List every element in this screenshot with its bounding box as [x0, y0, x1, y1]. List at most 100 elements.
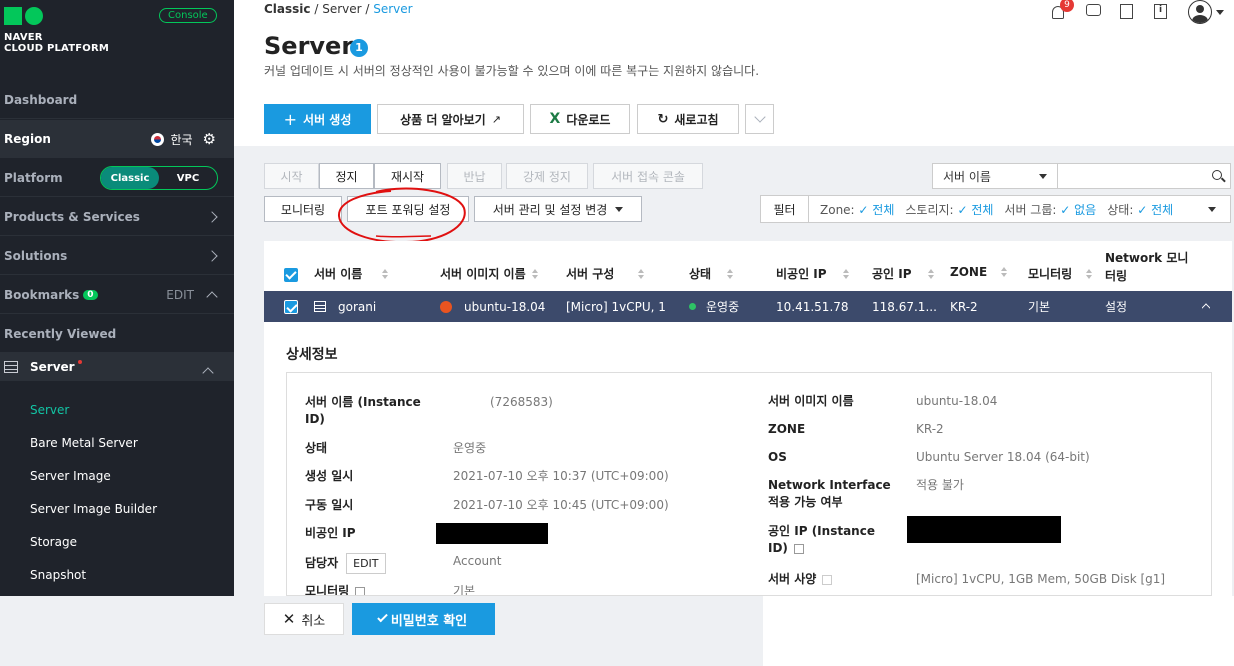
create-server-button[interactable]: + 서버 생성 [264, 104, 371, 134]
collapse-row-button[interactable] [1202, 291, 1210, 322]
download-button[interactable]: X 다운로드 [530, 104, 630, 134]
chevron-right-icon [206, 250, 218, 262]
col-zone[interactable]: ZONE [950, 265, 1008, 279]
nav-server-group[interactable]: Server [0, 353, 234, 381]
chevron-up-icon[interactable] [206, 291, 218, 303]
cancel-button[interactable]: ✕ 취소 [264, 603, 344, 635]
nav-products[interactable]: Products & Services [0, 198, 234, 236]
start-button[interactable]: 시작 [264, 163, 319, 189]
detail-value-owner: Account [453, 554, 502, 568]
row-status: 운영중 [689, 291, 739, 322]
download-label: 다운로드 [566, 112, 611, 127]
nav-solutions[interactable]: Solutions [0, 237, 234, 275]
detail-label-public-ip: 공인 IP (Instance ID) [768, 523, 875, 557]
platform-classic[interactable]: Classic [101, 167, 159, 189]
excel-icon: X [549, 111, 561, 127]
chat-icon[interactable] [1086, 4, 1102, 20]
server-console-button[interactable]: 서버 접속 콘솔 [593, 163, 703, 189]
breadcrumb-server[interactable]: Server [322, 2, 361, 16]
learn-more-button[interactable]: 상품 더 알아보기 ↗ [377, 104, 524, 134]
console-badge[interactable]: Console [159, 8, 217, 23]
breadcrumb: Classic / Server / Server [264, 2, 413, 16]
bookmarks-edit-button[interactable]: EDIT [166, 288, 194, 302]
breadcrumb-current[interactable]: Server [373, 2, 412, 16]
col-label: 모니터링 [1028, 267, 1073, 281]
detail-value-created: 2021-07-10 오후 10:37 (UTC+09:00) [453, 469, 669, 483]
info-icon[interactable]: i [1154, 4, 1170, 20]
notepad-icon[interactable] [1120, 4, 1136, 20]
gear-icon[interactable]: ⚙ [203, 130, 216, 148]
row-checkbox[interactable] [284, 291, 298, 322]
copy-icon[interactable] [793, 543, 804, 554]
force-stop-button[interactable]: 강제 정지 [506, 163, 588, 189]
sidebar-item-storage[interactable]: Storage [30, 535, 77, 549]
red-annotation-circle [337, 187, 466, 244]
row-server-name[interactable]: gorani [314, 291, 376, 322]
sidebar-item-server-image-builder[interactable]: Server Image Builder [30, 502, 157, 516]
col-public-ip[interactable]: 공인 IP [872, 265, 934, 282]
search-input[interactable] [1057, 163, 1231, 189]
detail-label-zone: ZONE [768, 422, 806, 436]
nav-bookmarks[interactable]: Bookmarks 0 EDIT [0, 276, 234, 314]
nav-dashboard[interactable]: Dashboard [0, 81, 234, 119]
table-row[interactable]: gorani ubuntu-18.04 [Micro] 1vCPU, 1... … [264, 291, 1232, 322]
filter-zone: Zone: ✓ 전체 [820, 201, 894, 218]
platform-vpc[interactable]: VPC [159, 167, 217, 189]
sort-icon [1086, 268, 1093, 279]
col-private-ip[interactable]: 비공인 IP [776, 265, 849, 282]
filter-value: ✓ 전체 [858, 202, 895, 217]
filter-value: ✓ 전체 [957, 202, 994, 217]
detail-label-private-ip: 비공인 IP [305, 526, 356, 540]
refresh-button[interactable]: ↻ 새로고침 [637, 104, 739, 134]
sidebar-item-snapshot[interactable]: Snapshot [30, 568, 86, 582]
notification-bell-icon[interactable]: 9 [1052, 0, 1074, 20]
create-server-label: 서버 생성 [303, 112, 352, 127]
detail-label-owner: 담당자 EDIT [305, 553, 386, 574]
search-field-select[interactable]: 서버 이름 [932, 163, 1058, 189]
logo-text-naver: NAVER [4, 32, 43, 43]
cancel-label: 취소 [301, 613, 326, 629]
ncp-logo[interactable]: NAVER CLOUD PLATFORM [4, 7, 109, 54]
chevron-up-icon[interactable] [202, 367, 214, 379]
col-network-monitoring[interactable]: Network 모니 터링 [1105, 249, 1188, 285]
filter-value-text: 전체 [872, 202, 895, 217]
owner-edit-button[interactable]: EDIT [346, 553, 386, 574]
detail-value-os: Ubuntu Server 18.04 (64-bit) [916, 450, 1090, 464]
col-server-name[interactable]: 서버 이름 [314, 265, 389, 282]
user-menu[interactable] [1188, 0, 1224, 24]
col-status[interactable]: 상태 [689, 265, 734, 282]
server-manage-dropdown[interactable]: 서버 관리 및 설정 변경 [474, 196, 642, 222]
sidebar-item-server[interactable]: Server [30, 403, 69, 417]
sidebar-item-server-image[interactable]: Server Image [30, 469, 111, 483]
breadcrumb-classic[interactable]: Classic [264, 2, 311, 16]
col-image-name[interactable]: 서버 이미지 이름 [440, 265, 538, 282]
col-spec[interactable]: 서버 구성 [566, 265, 645, 282]
platform-toggle[interactable]: Classic VPC [100, 166, 218, 190]
notification-count: 9 [1060, 0, 1074, 12]
monitoring-button[interactable]: 모니터링 [264, 196, 342, 222]
copy-icon[interactable] [355, 586, 366, 595]
filter-key: 스토리지: [905, 202, 954, 217]
row-network-monitoring[interactable]: 설정 [1105, 291, 1127, 322]
top-icons: 9 i [1052, 0, 1224, 24]
region-value[interactable]: 한국 [170, 131, 192, 148]
copy-icon[interactable] [822, 574, 833, 585]
filter-value-text: 전체 [971, 202, 994, 217]
col-label: 공인 IP [872, 267, 912, 281]
more-toolbar-button[interactable] [745, 104, 774, 134]
nav-region[interactable]: Region 한국 ⚙ [0, 120, 234, 158]
kernel-notice: 커널 업데이트 시 서버의 정상적인 사용이 불가능할 수 있으며 이에 따른 … [264, 64, 760, 78]
caret-down-icon[interactable] [1208, 207, 1216, 212]
select-all-checkbox[interactable] [284, 268, 298, 282]
nav-recently-viewed[interactable]: Recently Viewed [0, 315, 234, 353]
detail-value-zone: KR-2 [916, 422, 944, 436]
nav-region-label: Region [4, 131, 51, 146]
search-icon[interactable] [1212, 170, 1222, 180]
filter-bar[interactable]: 필터 Zone: ✓ 전체 스토리지: ✓ 전체 서버 그룹: ✓ 없음 상태:… [760, 195, 1231, 223]
filter-label[interactable]: 필터 [761, 196, 809, 222]
col-monitoring[interactable]: 모니터링 [1028, 265, 1093, 282]
learn-more-label: 상품 더 알아보기 [400, 112, 486, 127]
server-icon [4, 361, 18, 373]
sidebar-item-bare-metal[interactable]: Bare Metal Server [30, 436, 138, 450]
confirm-password-button[interactable]: 비밀번호 확인 [352, 603, 495, 635]
